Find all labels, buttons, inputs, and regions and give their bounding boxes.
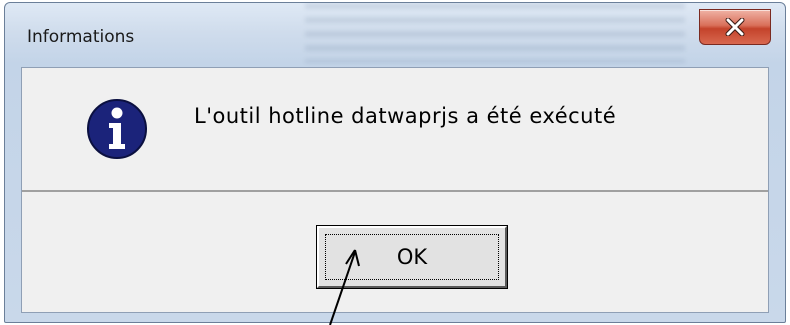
information-dialog: Informations L'outil hotline datwaprjs a… xyxy=(4,2,786,323)
dialog-title: Informations xyxy=(27,27,135,47)
information-icon xyxy=(87,99,147,159)
arrow-pointer-icon xyxy=(329,249,360,325)
dialog-client-area: L'outil hotline datwaprjs a été exécuté … xyxy=(21,67,769,313)
close-icon xyxy=(725,18,745,36)
dialog-message: L'outil hotline datwaprjs a été exécuté xyxy=(194,104,617,128)
message-panel: L'outil hotline datwaprjs a été exécuté xyxy=(22,68,768,192)
ok-button-label: OK xyxy=(396,245,428,269)
close-button[interactable] xyxy=(699,9,771,45)
title-bar-background xyxy=(305,3,685,63)
